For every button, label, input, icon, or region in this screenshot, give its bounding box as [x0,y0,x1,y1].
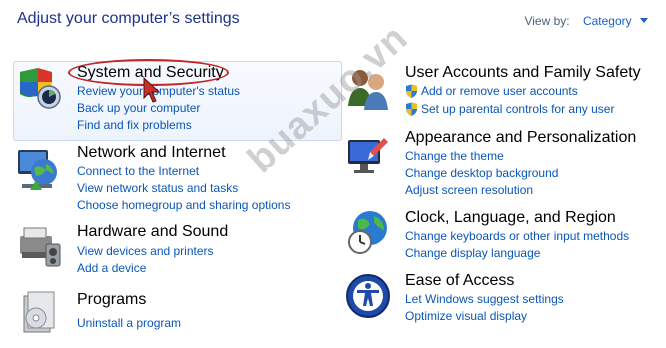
category-title-appearance[interactable]: Appearance and Personalization [405,129,636,147]
link-back-up[interactable]: Back up your computer [77,101,200,115]
page-title: Adjust your computer’s settings [17,10,240,27]
shield-icon [20,68,61,109]
globe-clock-icon [348,211,387,254]
view-by: View by: Category [524,14,648,28]
view-by-label: View by: [524,14,570,28]
printer-icon [20,227,61,267]
category-title-clock-language[interactable]: Clock, Language, and Region [405,209,616,227]
category-title-network-internet[interactable]: Network and Internet [77,144,226,162]
link-uninstall[interactable]: Uninstall a program [77,316,181,330]
link-desktop-background[interactable]: Change desktop background [405,166,558,180]
link-add-device[interactable]: Add a device [77,261,146,275]
uac-shield-icon [406,84,417,98]
mouse-cursor-icon [143,76,161,103]
link-devices-printers[interactable]: View devices and printers [77,244,214,258]
uac-shield-icon [406,102,417,116]
link-parental-controls[interactable]: Set up parental controls for any user [405,102,614,116]
link-connect-internet[interactable]: Connect to the Internet [77,164,199,178]
link-add-remove-users-label: Add or remove user accounts [421,84,578,98]
link-add-remove-users[interactable]: Add or remove user accounts [405,84,578,98]
monitor-paint-icon [348,138,388,173]
category-title-hardware-sound[interactable]: Hardware and Sound [77,223,228,241]
link-keyboards[interactable]: Change keyboards or other input methods [405,229,629,243]
network-globe-icon [18,150,57,190]
category-title-programs[interactable]: Programs [77,291,146,309]
chevron-down-icon[interactable] [640,18,648,23]
link-display-language[interactable]: Change display language [405,246,540,260]
view-by-dropdown[interactable]: Category [583,14,632,28]
link-optimize-visual[interactable]: Optimize visual display [405,309,527,323]
ease-of-access-icon [346,274,390,318]
link-change-theme[interactable]: Change the theme [405,149,504,163]
link-screen-resolution[interactable]: Adjust screen resolution [405,183,533,197]
link-find-fix[interactable]: Find and fix problems [77,118,192,132]
link-network-status[interactable]: View network status and tasks [77,181,238,195]
link-parental-controls-label: Set up parental controls for any user [421,102,615,116]
link-homegroup[interactable]: Choose homegroup and sharing options [77,198,290,212]
category-title-user-accounts[interactable]: User Accounts and Family Safety [405,64,641,82]
category-title-ease-of-access[interactable]: Ease of Access [405,272,514,290]
link-suggest-settings[interactable]: Let Windows suggest settings [405,292,564,306]
programs-box-icon [23,291,55,333]
